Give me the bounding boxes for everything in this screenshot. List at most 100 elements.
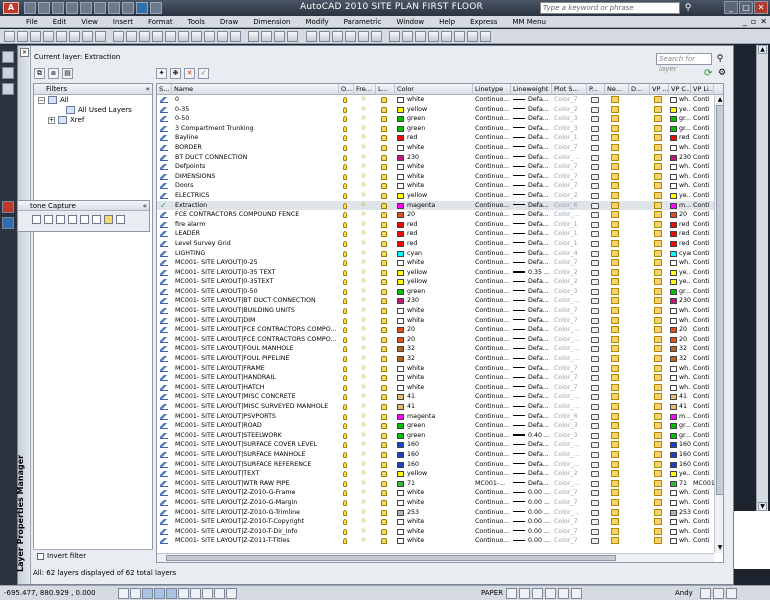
layer-name[interactable]: MC001- SITE LAYOUT|STEELWORK <box>175 432 282 439</box>
layer-row[interactable]: MC001- SITE LAYOUT|0-35 TEXT ☼ yellow Conti… <box>157 268 723 278</box>
layer-previous-icon[interactable] <box>389 31 400 42</box>
color-name[interactable]: magenta <box>407 413 435 420</box>
vp-color-swatch[interactable] <box>670 365 677 372</box>
column-header-1[interactable]: Name <box>172 84 339 95</box>
freeze-icon[interactable]: ☼ <box>360 460 367 468</box>
freeze-icon[interactable]: ☼ <box>360 355 367 362</box>
vp-linetype[interactable]: Conti <box>693 384 709 391</box>
vp-color-swatch[interactable] <box>670 519 677 526</box>
vp-color-swatch[interactable] <box>670 144 677 151</box>
vp-color[interactable]: 71 <box>679 480 687 487</box>
layer-name[interactable]: 0 <box>175 96 179 103</box>
vp-color-swatch[interactable] <box>670 298 677 305</box>
color-swatch[interactable] <box>397 240 404 247</box>
color-name[interactable]: red <box>407 230 417 237</box>
layer-name[interactable]: MC001- SITE LAYOUT|Z-Z010-G-Frame <box>175 489 295 496</box>
color-swatch[interactable] <box>397 260 404 267</box>
vp-linetype[interactable]: Conti <box>693 470 709 477</box>
color-swatch[interactable] <box>397 432 404 439</box>
vp-freeze-icon[interactable] <box>654 470 662 478</box>
vp-color-swatch[interactable] <box>670 125 677 132</box>
on-off-icon[interactable] <box>343 116 347 123</box>
lineweight[interactable]: Defa... <box>528 106 549 113</box>
polar-tracking-icon[interactable] <box>154 588 165 599</box>
menu-file[interactable]: File <box>26 18 38 26</box>
vp-linetype[interactable]: Conti <box>693 250 709 257</box>
color-swatch[interactable] <box>397 221 404 228</box>
new-icon[interactable] <box>24 2 36 14</box>
menu-dimension[interactable]: Dimension <box>253 18 290 26</box>
vp-color-swatch[interactable] <box>670 461 677 468</box>
column-header-4[interactable]: L... <box>376 84 395 95</box>
lock-icon[interactable] <box>381 164 387 171</box>
minimize-button[interactable]: _ <box>724 1 738 14</box>
vp-color-swatch[interactable] <box>670 135 677 142</box>
snap-mode-icon[interactable] <box>118 588 129 599</box>
color-swatch[interactable] <box>397 451 404 458</box>
vp-color[interactable]: 160 <box>679 461 691 468</box>
layer-row[interactable]: MC001- SITE LAYOUT|HATCH ☼ white Continuo..… <box>157 383 723 393</box>
new-vp-freeze-icon[interactable] <box>611 297 619 305</box>
vp-color[interactable]: wh... <box>679 259 691 266</box>
new-vp-freeze-icon[interactable] <box>611 335 619 343</box>
new-vp-freeze-icon[interactable] <box>611 134 619 142</box>
lock-icon[interactable] <box>381 442 387 449</box>
vp-color[interactable]: wh... <box>679 317 691 324</box>
plot-icon[interactable] <box>591 250 599 257</box>
color-name[interactable]: yellow <box>407 106 427 113</box>
layer-name[interactable]: Extraction <box>175 202 207 209</box>
vp-freeze-icon[interactable] <box>654 287 662 295</box>
new-vp-freeze-icon[interactable] <box>611 431 619 439</box>
freeze-icon[interactable]: ☼ <box>360 297 367 304</box>
lineweight[interactable]: Defa... <box>528 336 549 343</box>
vp-linetype[interactable]: Conti <box>693 115 709 122</box>
lock-icon[interactable] <box>381 375 387 382</box>
vp-freeze-icon[interactable] <box>654 498 662 506</box>
copy-icon[interactable] <box>204 31 215 42</box>
layer-row[interactable]: MC001- SITE LAYOUT|ROAD ☼ green Continuo...… <box>157 421 723 431</box>
lock-icon[interactable] <box>381 192 387 199</box>
vp-color[interactable]: wh... <box>679 173 691 180</box>
vp-color-swatch[interactable] <box>670 288 677 295</box>
color-swatch[interactable] <box>397 413 404 420</box>
plot-icon[interactable] <box>591 231 599 238</box>
menu-format[interactable]: Format <box>148 18 173 26</box>
linetype[interactable]: Continuo... <box>475 202 509 209</box>
linetype[interactable]: Continuo... <box>475 307 509 314</box>
freeze-icon[interactable]: ☼ <box>360 316 367 324</box>
new-vp-freeze-icon[interactable] <box>611 460 619 468</box>
linetype[interactable]: Continuo... <box>475 499 509 506</box>
vp-color[interactable]: 230 <box>679 297 691 304</box>
layer-row[interactable]: MC001- SITE LAYOUT|Z-Z010-T-Copyright ☼ wh… <box>157 517 723 527</box>
layer-row[interactable]: 0-50 ☼ green Continuo... Defa... Color_3 gr...… <box>157 114 723 124</box>
layer-walk-icon[interactable] <box>467 31 478 42</box>
save-as-icon[interactable] <box>136 2 148 14</box>
layer-row[interactable]: MC001- SITE LAYOUT|Z-Z010-G-Trimline ☼ 253… <box>157 508 723 518</box>
freeze-icon[interactable]: ☼ <box>360 115 367 122</box>
zoom-window-icon[interactable] <box>17 31 28 42</box>
pan-icon[interactable] <box>82 31 93 42</box>
on-off-icon[interactable] <box>343 288 347 295</box>
hscroll-thumb[interactable] <box>166 555 616 561</box>
color-swatch[interactable] <box>397 298 404 305</box>
linetype[interactable]: Continuo... <box>475 403 509 410</box>
vp-color-swatch[interactable] <box>670 106 677 113</box>
color-swatch[interactable] <box>397 499 404 506</box>
vp-linetype[interactable]: Conti <box>693 154 709 161</box>
freeze-icon[interactable]: ☼ <box>360 220 367 228</box>
freeze-icon[interactable]: ☼ <box>360 479 367 487</box>
vp-freeze-icon[interactable] <box>654 182 662 190</box>
vp-linetype[interactable]: Conti <box>693 365 709 372</box>
vp-color-swatch[interactable] <box>670 97 677 103</box>
layer-isolate-icon[interactable] <box>402 31 413 42</box>
vp-linetype[interactable]: Conti <box>693 134 709 141</box>
vp-freeze-icon[interactable] <box>654 239 662 247</box>
lineweight[interactable]: 0.00 ... <box>528 537 550 544</box>
new-vp-freeze-icon[interactable] <box>611 316 619 324</box>
vp-linetype[interactable]: Conti <box>693 240 709 247</box>
column-header-8[interactable]: Plot S... <box>552 84 587 95</box>
layer-name[interactable]: Bayline <box>175 134 198 141</box>
color-swatch[interactable] <box>397 202 404 209</box>
on-off-icon[interactable] <box>343 519 347 526</box>
on-off-icon[interactable] <box>343 490 347 497</box>
